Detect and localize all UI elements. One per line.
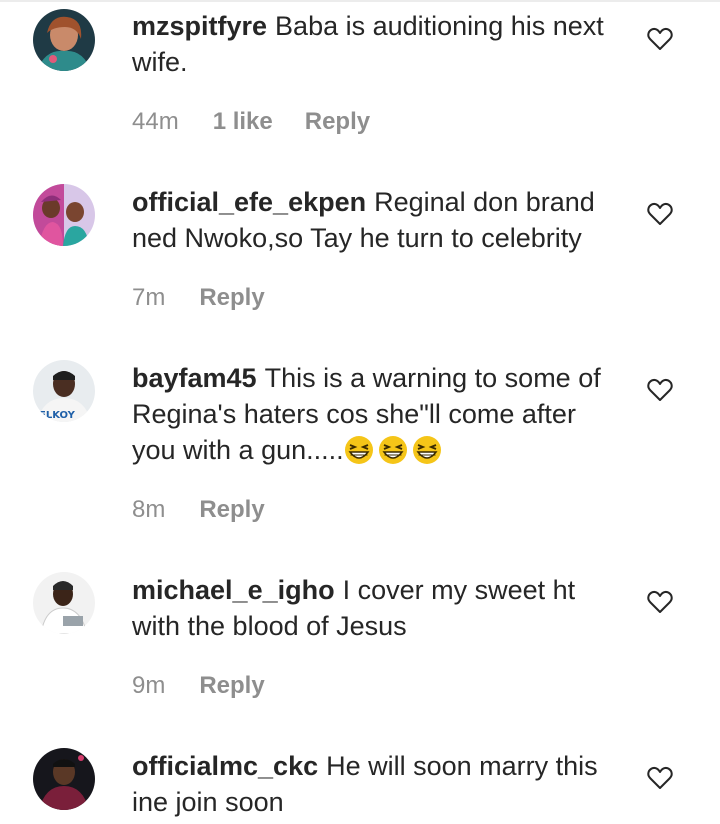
heart-outline-icon[interactable] bbox=[647, 202, 673, 226]
comment-time: 44m bbox=[132, 108, 179, 135]
comment-meta: 7m Reply bbox=[132, 283, 265, 313]
comment-username[interactable]: officialmc_ckc bbox=[132, 751, 318, 781]
avatar[interactable]: ELKOY bbox=[33, 360, 95, 422]
top-divider bbox=[0, 0, 720, 2]
like-count[interactable]: 1 like bbox=[213, 108, 273, 135]
comment-time: 8m bbox=[132, 496, 166, 523]
grinning-squinting-face-icon bbox=[412, 436, 441, 464]
comment-meta: 44m 1 like Reply bbox=[132, 107, 370, 137]
heart-outline-icon[interactable] bbox=[647, 590, 673, 614]
grinning-squinting-face-icon bbox=[378, 436, 407, 464]
comment-username[interactable]: bayfam45 bbox=[132, 363, 257, 393]
avatar[interactable] bbox=[33, 748, 95, 810]
heart-outline-icon[interactable] bbox=[647, 766, 673, 790]
comment-username[interactable]: michael_e_igho bbox=[132, 575, 335, 605]
avatar[interactable] bbox=[33, 184, 95, 246]
comment-text: bayfam45 This is a warning to some of Reg… bbox=[132, 360, 622, 468]
comment-username[interactable]: official_efe_ekpen bbox=[132, 187, 366, 217]
comment-meta: 8m Reply bbox=[132, 495, 265, 525]
comment-text: officialmc_ckc He will soon marry this in… bbox=[132, 748, 622, 820]
comment-text: michael_e_igho I cover my sweet ht with t… bbox=[132, 572, 622, 644]
svg-text:ELKOY: ELKOY bbox=[39, 410, 76, 421]
reply-button[interactable]: Reply bbox=[199, 496, 264, 523]
comment-text: mzspitfyre Baba is auditioning his next w… bbox=[132, 8, 622, 80]
comment-meta: 9m Reply bbox=[132, 671, 265, 701]
avatar[interactable] bbox=[33, 572, 95, 634]
grinning-squinting-face-icon bbox=[344, 436, 373, 464]
reply-button[interactable]: Reply bbox=[305, 108, 370, 135]
heart-outline-icon[interactable] bbox=[647, 378, 673, 402]
comment-time: 7m bbox=[132, 284, 166, 311]
reply-button[interactable]: Reply bbox=[199, 284, 264, 311]
reply-button[interactable]: Reply bbox=[199, 672, 264, 699]
avatar[interactable] bbox=[33, 9, 95, 71]
comment-username[interactable]: mzspitfyre bbox=[132, 11, 267, 41]
comment-text: official_efe_ekpen Reginal don brand ned … bbox=[132, 184, 622, 256]
heart-outline-icon[interactable] bbox=[647, 27, 673, 51]
comment-time: 9m bbox=[132, 672, 166, 699]
